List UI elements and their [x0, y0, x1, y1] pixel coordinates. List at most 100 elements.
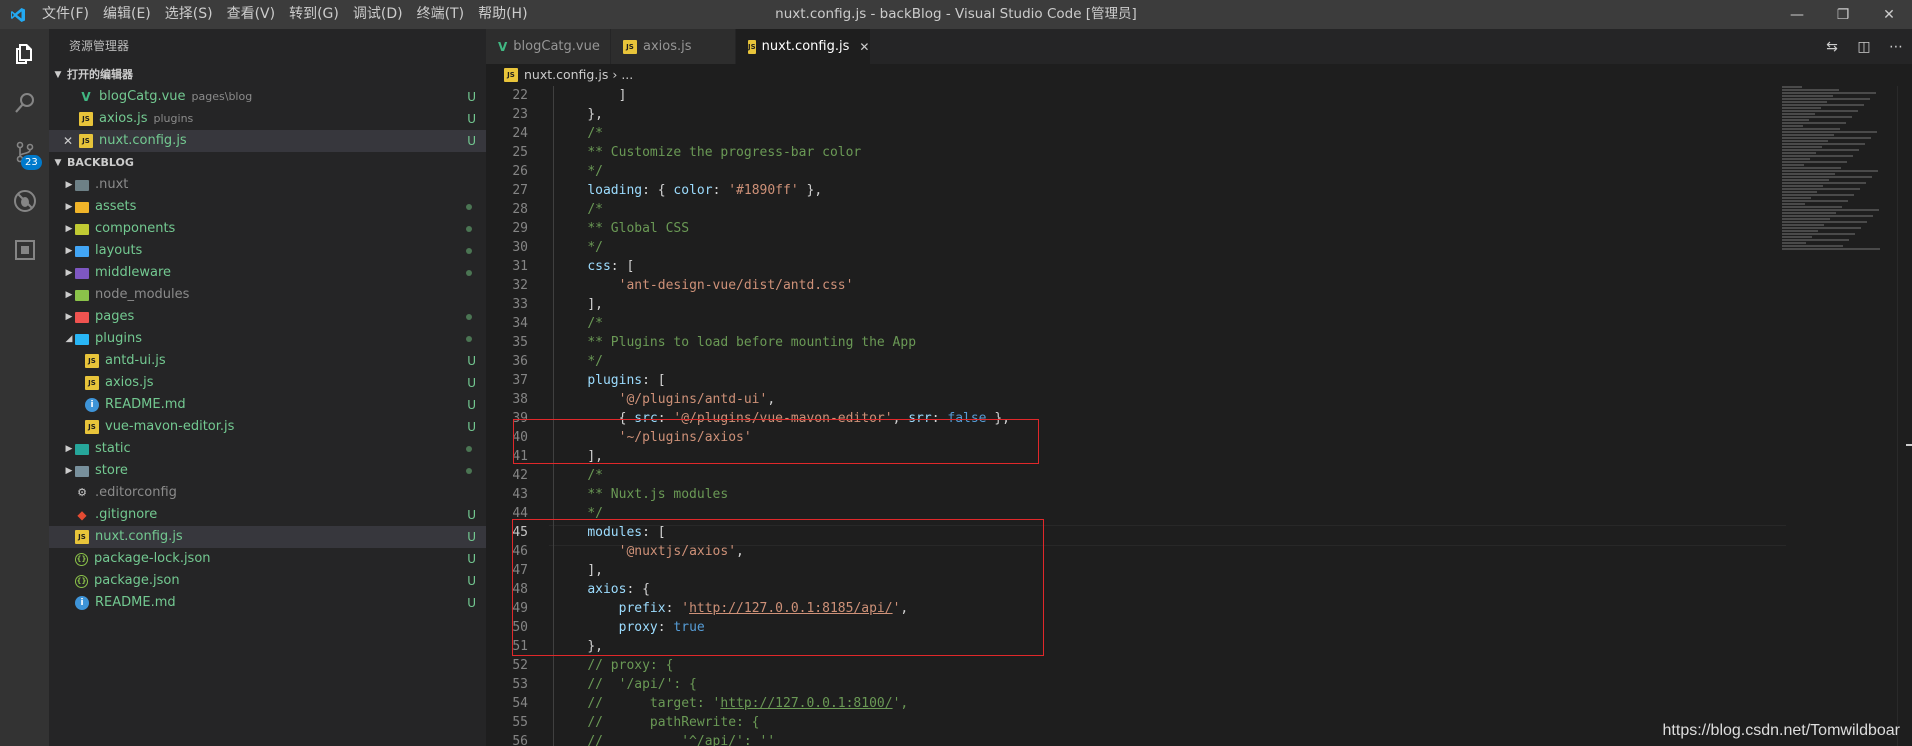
code-line: 29 ** Global CSS — [486, 219, 1912, 238]
item-name: middleware — [95, 265, 172, 280]
minimap-line — [1782, 122, 1846, 124]
git-status: U — [467, 90, 476, 104]
code-line: 30 */ — [486, 238, 1912, 257]
minimap-line — [1782, 104, 1864, 106]
annotation-box-modules — [512, 519, 1044, 656]
minimap-line — [1782, 98, 1870, 100]
menu-item[interactable]: 终端(T) — [410, 0, 471, 29]
open-editor-item[interactable]: ✕ JS nuxt.config.js U — [49, 130, 486, 152]
menu-item[interactable]: 调试(D) — [346, 0, 410, 29]
tree-folder[interactable]: ▶ .nuxt — [49, 174, 486, 196]
split-editor-icon[interactable]: ◫ — [1848, 39, 1880, 55]
breadcrumb-rest[interactable]: ... — [621, 64, 633, 86]
tab-axios-js[interactable]: JS axios.js — [611, 29, 736, 64]
item-name: pages — [95, 309, 135, 324]
open-editors-header[interactable]: ▼ 打开的编辑器 — [49, 64, 486, 86]
line-number: 36 — [512, 354, 528, 369]
tree-folder[interactable]: ▶ store — [49, 460, 486, 482]
tree-file[interactable]: i README.md U — [49, 394, 486, 416]
item-name: layouts — [95, 243, 143, 258]
minimap-line — [1782, 248, 1880, 250]
git-status: U — [467, 574, 476, 588]
tree-file[interactable]: JS antd-ui.js U — [49, 350, 486, 372]
tree-folder[interactable]: ▶ components — [49, 218, 486, 240]
folder-icon — [75, 333, 89, 345]
explorer-icon[interactable] — [0, 29, 49, 78]
folder-icon — [75, 465, 89, 477]
minimap-line — [1782, 230, 1818, 232]
tree-file[interactable]: ⚙ .editorconfig — [49, 482, 486, 504]
tree-folder[interactable]: ▶ pages — [49, 306, 486, 328]
minimap[interactable] — [1782, 86, 1892, 266]
explorer-sidebar: 资源管理器 ▼ 打开的编辑器 VblogCatg.vue pages\blog U J… — [49, 29, 486, 746]
tab-nuxt-config-js[interactable]: JS nuxt.config.js ✕ — [736, 29, 871, 64]
project-header[interactable]: ▼ BACKBLOG — [49, 152, 486, 174]
tree-folder[interactable]: ▶ node_modules — [49, 284, 486, 306]
minimap-line — [1782, 200, 1848, 202]
search-icon[interactable] — [0, 78, 49, 127]
scm-badge: 23 — [21, 155, 42, 170]
project-label: BACKBLOG — [67, 156, 134, 169]
tree-file[interactable]: {} package.json U — [49, 570, 486, 592]
debug-icon[interactable] — [0, 176, 49, 225]
git-status: U — [467, 530, 476, 544]
tree-folder[interactable]: ▶ layouts — [49, 240, 486, 262]
folder-icon — [75, 289, 89, 301]
minimap-line — [1782, 242, 1806, 244]
vertical-scrollbar[interactable] — [1897, 86, 1912, 746]
folder-icon — [75, 443, 89, 455]
menu-item[interactable]: 编辑(E) — [96, 0, 158, 29]
tree-folder[interactable]: ▶ static — [49, 438, 486, 460]
tree-folder[interactable]: ▶ assets — [49, 196, 486, 218]
source-control-icon[interactable]: 23 — [0, 127, 49, 176]
restore-icon[interactable]: ❐ — [1820, 0, 1866, 29]
minimap-line — [1782, 209, 1879, 211]
more-actions-icon[interactable]: ⋯ — [1880, 39, 1912, 55]
tree-file[interactable]: {} package-lock.json U — [49, 548, 486, 570]
minimap-line — [1782, 149, 1859, 151]
git-status: U — [467, 420, 476, 434]
tree-file[interactable]: i README.md U — [49, 592, 486, 614]
tree-folder[interactable]: ▶ middleware — [49, 262, 486, 284]
minimap-line — [1782, 239, 1849, 241]
tree-file[interactable]: JS nuxt.config.js U — [49, 526, 486, 548]
chevron-right-icon: ▶ — [65, 466, 73, 476]
js-icon: JS — [79, 134, 93, 148]
line-number: 52 — [512, 658, 528, 673]
file-tree: ▶ .nuxt ▶ assets ▶ components ▶ layouts ▶ middlew… — [49, 174, 486, 614]
code-text: plugins: [ — [587, 373, 666, 388]
menu-item[interactable]: 查看(V) — [220, 0, 283, 29]
close-icon[interactable]: ✕ — [63, 130, 79, 152]
code-line: 32 'ant-design-vue/dist/antd.css' — [486, 276, 1912, 295]
folder-icon — [75, 179, 89, 191]
line-number: 27 — [512, 183, 528, 198]
code-text: */ — [587, 354, 603, 369]
breadcrumb-file[interactable]: nuxt.config.js — [524, 64, 608, 86]
code-line: 26 */ — [486, 162, 1912, 181]
tab-blogCatg-vue[interactable]: VblogCatg.vue — [486, 29, 611, 64]
item-name: assets — [95, 199, 137, 214]
open-editor-item[interactable]: VblogCatg.vue pages\blog U — [49, 86, 486, 108]
close-icon[interactable]: ✕ — [1866, 0, 1912, 29]
open-editor-item[interactable]: JS axios.js plugins U — [49, 108, 486, 130]
tab-label: axios.js — [643, 39, 692, 54]
close-icon[interactable]: ✕ — [859, 40, 869, 54]
menu-item[interactable]: 文件(F) — [35, 0, 96, 29]
tree-file[interactable]: JS vue-mavon-editor.js U — [49, 416, 486, 438]
tree-file[interactable]: ◆ .gitignore U — [49, 504, 486, 526]
code-text: /* — [587, 202, 603, 217]
minimap-line — [1782, 101, 1827, 103]
git-status: U — [467, 552, 476, 566]
menu-item[interactable]: 转到(G) — [282, 0, 346, 29]
open-changes-icon[interactable]: ⇆ — [1816, 39, 1848, 55]
item-name: .editorconfig — [95, 485, 177, 500]
menu-item[interactable]: 帮助(H) — [471, 0, 534, 29]
tree-folder[interactable]: ◢ plugins — [49, 328, 486, 350]
extensions-icon[interactable] — [0, 225, 49, 274]
line-number: 38 — [512, 392, 528, 407]
menu-item[interactable]: 选择(S) — [158, 0, 220, 29]
folder-icon — [75, 201, 89, 213]
minimize-icon[interactable]: — — [1774, 0, 1820, 29]
minimap-line — [1782, 119, 1809, 121]
tree-file[interactable]: JS axios.js U — [49, 372, 486, 394]
